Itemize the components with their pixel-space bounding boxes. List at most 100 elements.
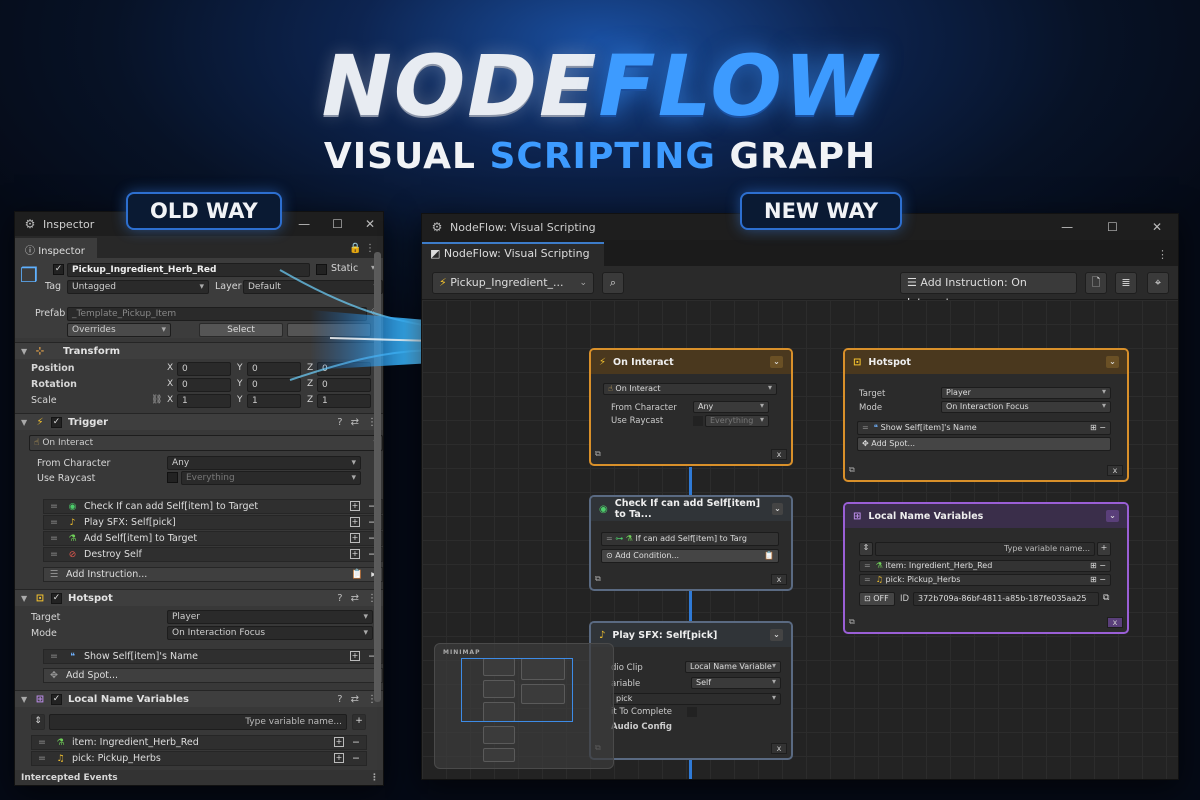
collapse-icon[interactable]: ⌄ bbox=[1106, 356, 1119, 368]
maximize-icon[interactable]: ☐ bbox=[1107, 220, 1118, 234]
condition-row[interactable]: = ⊶ ⚗ If can add Self[item] to Targ bbox=[601, 532, 779, 546]
add-variable-button[interactable]: + bbox=[1097, 542, 1111, 556]
sort-icon[interactable]: ⇕ bbox=[31, 714, 45, 730]
drag-handle-icon[interactable]: = bbox=[36, 753, 48, 764]
variable-row[interactable]: = ⚗ item: Ingredient_Herb_Red ⊞ − bbox=[859, 560, 1111, 572]
variable-row[interactable]: = ♫ pick: Pickup_Herbs ⊞ − bbox=[859, 574, 1111, 586]
mode-select[interactable]: On Interaction Focus bbox=[167, 626, 373, 640]
add-condition-button[interactable]: ⊙ Add Condition... 📋 bbox=[601, 549, 779, 563]
play-sfx-node[interactable]: ♪ Play SFX: Self[pick] ⌄ dio Clip Local Na… bbox=[589, 621, 793, 760]
add-spot-button[interactable]: ✥ Add Spot... bbox=[43, 668, 383, 683]
spot-row[interactable]: = ❝ Show Self[item]'s Name + − bbox=[43, 649, 383, 664]
expand-icon[interactable]: + bbox=[350, 651, 361, 661]
paste-icon[interactable]: 📋 bbox=[764, 550, 774, 562]
preset-icon[interactable]: ⇄ bbox=[351, 417, 359, 428]
toggle-icon[interactable]: ⊶ bbox=[615, 534, 626, 543]
remove-icon[interactable]: − bbox=[352, 737, 360, 748]
drag-handle-icon[interactable]: = bbox=[864, 561, 876, 570]
mode-select[interactable]: On Interaction Focus bbox=[941, 401, 1111, 413]
trigger-enabled-checkbox[interactable]: ✓ bbox=[51, 416, 62, 428]
tab-inspector[interactable]: ⓘ Inspector bbox=[15, 238, 97, 258]
check-node[interactable]: ◉ Check If can add Self[item] to Ta... ⌄ =… bbox=[589, 495, 793, 591]
maximize-icon[interactable]: ☐ bbox=[332, 217, 343, 231]
collapse-arrow-icon[interactable]: ▼ bbox=[21, 418, 33, 427]
copy-icon[interactable]: ⧉ bbox=[1103, 593, 1109, 603]
trigger-header[interactable]: ▼ ⚡ ✓ Trigger ? ⇄ ⋮ bbox=[15, 413, 383, 430]
expand-icon[interactable]: + bbox=[350, 533, 361, 543]
drag-handle-icon[interactable]: = bbox=[48, 533, 60, 544]
collapse-arrow-icon[interactable]: ▼ bbox=[21, 695, 33, 704]
instruction-row[interactable]: = ⚗ Add Self[item] to Target + − bbox=[43, 531, 383, 546]
drag-handle-icon[interactable]: = bbox=[606, 534, 615, 543]
spot-row[interactable]: = ❝ Show Self[item]'s Name ⊞ − bbox=[857, 421, 1111, 435]
help-icon[interactable]: ? bbox=[337, 593, 342, 604]
raycast-layer-select[interactable]: Everything bbox=[705, 415, 769, 427]
node-header[interactable]: ⊞ Local Name Variables ⌄ bbox=[845, 504, 1127, 528]
target-select[interactable]: Player bbox=[941, 387, 1111, 399]
drag-handle-icon[interactable]: = bbox=[48, 501, 60, 512]
event-select[interactable]: ☝ On Interact bbox=[603, 383, 777, 395]
preset-icon[interactable]: ⇄ bbox=[351, 593, 359, 604]
expand-icon[interactable]: + bbox=[334, 737, 345, 747]
name-field[interactable]: pick bbox=[611, 693, 781, 705]
drag-handle-icon[interactable]: = bbox=[48, 651, 60, 662]
hotspot-header[interactable]: ▼ ⊡ ✓ Hotspot ? ⇄ ⋮ bbox=[15, 589, 383, 606]
from-character-select[interactable]: Any bbox=[693, 401, 769, 413]
variable-row[interactable]: = ⚗ item: Ingredient_Herb_Red + − bbox=[31, 735, 367, 750]
id-field[interactable]: 372b709a-86bf-4811-a85b-187fe035aa25 bbox=[913, 592, 1099, 606]
scl-x-field[interactable]: 1 bbox=[177, 394, 231, 408]
rot-x-field[interactable]: 0 bbox=[177, 378, 231, 392]
help-icon[interactable]: ? bbox=[337, 694, 342, 705]
add-spot-button[interactable]: ✥ Add Spot... bbox=[857, 437, 1111, 451]
copy-icon[interactable]: ⧉ bbox=[595, 449, 601, 459]
node-header[interactable]: ⚡ On Interact ⌄ bbox=[591, 350, 791, 374]
add-variable-button[interactable]: + bbox=[352, 714, 366, 730]
expand-icon[interactable]: + bbox=[350, 501, 361, 511]
wait-checkbox[interactable] bbox=[687, 707, 697, 717]
help-icon[interactable]: ? bbox=[337, 417, 342, 428]
preset-icon[interactable]: ⇄ bbox=[351, 694, 359, 705]
menu-icon[interactable]: ⋮ bbox=[1147, 248, 1178, 266]
collapse-icon[interactable]: ⌄ bbox=[770, 629, 783, 641]
local-vars-enabled-checkbox[interactable]: ✓ bbox=[51, 693, 62, 705]
off-toggle[interactable]: ⊡ OFF bbox=[859, 592, 895, 606]
collapse-arrow-icon[interactable]: ▼ bbox=[21, 347, 33, 356]
new-document-button[interactable]: 🗋 bbox=[1085, 272, 1107, 294]
menu-icon[interactable]: ⋮ bbox=[370, 773, 379, 783]
frame-button[interactable]: ⌖ bbox=[1147, 272, 1169, 294]
expand-icon[interactable]: + bbox=[350, 517, 361, 527]
variable-select[interactable]: Self bbox=[691, 677, 781, 689]
copy-icon[interactable]: ⧉ bbox=[849, 465, 855, 475]
delete-node-button[interactable]: x bbox=[771, 448, 787, 460]
sort-icon[interactable]: ⇕ bbox=[859, 542, 873, 556]
expand-remove-icons[interactable]: ⊞ − bbox=[1090, 422, 1106, 434]
expand-icon[interactable]: + bbox=[350, 549, 361, 559]
collapse-arrow-icon[interactable]: ▼ bbox=[21, 594, 33, 603]
delete-node-button[interactable]: x bbox=[771, 573, 787, 585]
delete-node-button[interactable]: x bbox=[771, 742, 787, 754]
variable-name-input[interactable]: Type variable name... bbox=[875, 542, 1095, 556]
link-icon[interactable]: ⛓ bbox=[151, 395, 162, 405]
graph-canvas[interactable]: ⚡ On Interact ⌄ ☝ On Interact From Charact… bbox=[422, 300, 1178, 779]
node-header[interactable]: ◉ Check If can add Self[item] to Ta... ⌄ bbox=[591, 497, 791, 521]
hotspot-node[interactable]: ⊡ Hotspot ⌄ Target Player Mode On Interact… bbox=[843, 348, 1129, 482]
on-interact-node[interactable]: ⚡ On Interact ⌄ ☝ On Interact From Charact… bbox=[589, 348, 793, 466]
delete-node-button[interactable]: x bbox=[1107, 464, 1123, 476]
active-checkbox[interactable]: ✓ bbox=[53, 264, 64, 275]
add-instruction-button[interactable]: ☰ Add Instruction: On Interact bbox=[900, 272, 1077, 309]
node-header[interactable]: ⊡ Hotspot ⌄ bbox=[845, 350, 1127, 374]
copy-icon[interactable]: ⧉ bbox=[849, 617, 855, 627]
tag-select[interactable]: Untagged bbox=[67, 280, 209, 294]
delete-node-button[interactable]: x bbox=[1107, 616, 1123, 628]
copy-icon[interactable]: ⧉ bbox=[595, 574, 601, 584]
paste-icon[interactable]: 📋 bbox=[351, 569, 363, 580]
drag-handle-icon[interactable]: = bbox=[48, 517, 60, 528]
minimap[interactable]: MINIMAP bbox=[434, 643, 614, 769]
local-vars-header[interactable]: ▼ ⊞ ✓ Local Name Variables ? ⇄ ⋮ bbox=[15, 690, 383, 707]
from-character-select[interactable]: Any bbox=[167, 456, 361, 470]
intercepted-events-bar[interactable]: Intercepted Events ⋮ bbox=[15, 770, 383, 785]
close-icon[interactable]: ✕ bbox=[365, 217, 375, 231]
trigger-event-select[interactable]: ☝ On Interact bbox=[29, 435, 383, 451]
raycast-layer-select[interactable]: Everything bbox=[181, 471, 361, 485]
remove-icon[interactable]: − bbox=[352, 753, 360, 764]
